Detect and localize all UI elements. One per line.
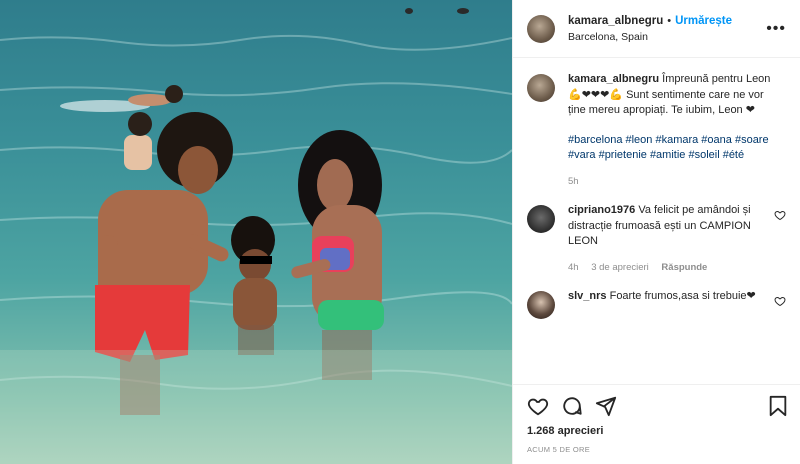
comment-likes[interactable]: 3 de aprecieri xyxy=(591,262,649,273)
post-location[interactable]: Barcelona, Spain xyxy=(568,29,732,45)
post-timestamp[interactable]: ACUM 5 DE ORE xyxy=(527,445,786,454)
post-header: kamara_albnegru • Urmărește Barcelona, Spa… xyxy=(513,0,800,58)
caption: kamara_albnegru Împreună pentru Leon 💪❤❤… xyxy=(527,72,786,189)
caption-avatar[interactable] xyxy=(527,74,555,102)
bookmark-icon[interactable] xyxy=(768,395,788,417)
likes-count[interactable]: 1.268 aprecieri xyxy=(527,425,786,437)
comment-like-heart-icon[interactable] xyxy=(774,295,786,307)
post-sidebar: kamara_albnegru • Urmărește Barcelona, Spa… xyxy=(512,0,800,464)
comment-item: cipriano1976 Va felicit pe amândoi și di… xyxy=(527,203,786,275)
comment-meta: 4h 3 de aprecieri Răspunde xyxy=(568,260,778,276)
comments-section: kamara_albnegru Împreună pentru Leon 💪❤❤… xyxy=(513,58,800,384)
comment-body: cipriano1976 Va felicit pe amândoi și di… xyxy=(568,203,778,275)
header-text: kamara_albnegru • Urmărește Barcelona, Spa… xyxy=(568,13,732,45)
author-avatar[interactable] xyxy=(527,14,555,43)
comment-icon[interactable] xyxy=(561,395,583,417)
comment-time[interactable]: 4h xyxy=(568,262,579,273)
comment-item: slv_nrs Foarte frumos,asa si trebuie❤ xyxy=(527,289,786,319)
comment-text: Foarte frumos,asa si trebuie❤ xyxy=(609,290,756,302)
caption-meta: 5h xyxy=(568,174,778,190)
heart-icon[interactable] xyxy=(527,395,549,417)
comment-like-heart-icon[interactable] xyxy=(774,209,786,221)
caption-body: kamara_albnegru Împreună pentru Leon 💪❤❤… xyxy=(568,72,778,189)
beach-scene-illustration xyxy=(0,8,512,464)
comment-username[interactable]: slv_nrs xyxy=(568,290,607,302)
follow-button[interactable]: Urmărește xyxy=(675,15,732,27)
commenter-avatar[interactable] xyxy=(527,205,555,233)
caption-time[interactable]: 5h xyxy=(568,176,579,187)
reply-button[interactable]: Răspunde xyxy=(661,262,707,273)
post-photo[interactable] xyxy=(0,0,512,464)
share-icon[interactable] xyxy=(595,395,617,417)
comment-body: slv_nrs Foarte frumos,asa si trebuie❤ xyxy=(568,289,778,305)
comment-username[interactable]: cipriano1976 xyxy=(568,204,635,216)
commenter-avatar[interactable] xyxy=(527,291,555,319)
action-icons xyxy=(527,393,786,419)
caption-hashtags[interactable]: #barcelona #leon #kamara #oana #soare #v… xyxy=(568,133,778,164)
author-username[interactable]: kamara_albnegru xyxy=(568,15,663,27)
post-actions: 1.268 aprecieri ACUM 5 DE ORE xyxy=(513,384,800,464)
header-separator: • xyxy=(667,14,672,27)
caption-username[interactable]: kamara_albnegru xyxy=(568,73,659,85)
more-icon[interactable]: ••• xyxy=(766,20,786,38)
instagram-post: kamara_albnegru • Urmărește Barcelona, Spa… xyxy=(0,0,800,464)
